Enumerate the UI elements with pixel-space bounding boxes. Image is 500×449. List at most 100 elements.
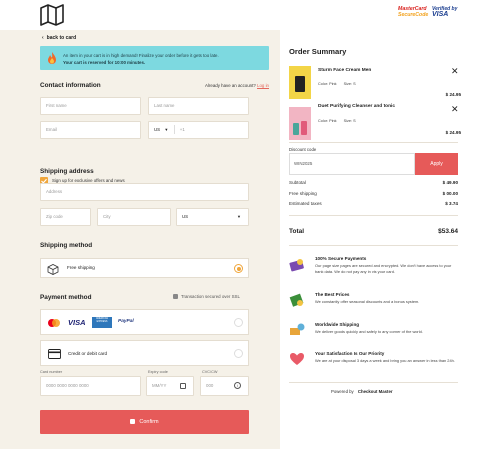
- checkout-form: ‹ back to card An item in your cart is in…: [0, 30, 280, 449]
- card-number-label: Card number: [40, 370, 63, 374]
- back-to-card-link[interactable]: ‹ back to card: [42, 35, 76, 41]
- phone-divider: [173, 125, 175, 135]
- secure-note: Transaction secured over SSL: [173, 294, 240, 299]
- powered-label: Powered by: [331, 389, 354, 394]
- zip-field[interactable]: Zip code: [40, 208, 91, 226]
- mastercard-securecode-badge: MasterCard SecureCode: [398, 6, 428, 18]
- visa-logo: VISA: [68, 318, 86, 327]
- confirm-label: Confirm: [139, 419, 159, 425]
- expiry-placeholder: MM/YY: [152, 383, 167, 388]
- chevron-down-icon: ▼: [164, 127, 169, 132]
- chevron-down-icon: ▼: [237, 214, 241, 219]
- discount-input[interactable]: WIN2025: [289, 153, 415, 175]
- globe-icon: [290, 323, 305, 335]
- product-color: Color: Pink: [318, 119, 337, 123]
- email-field[interactable]: Email: [40, 121, 141, 139]
- product-image: [289, 107, 311, 140]
- product-size: Size: S: [343, 119, 356, 123]
- shield-icon: [289, 259, 304, 272]
- calendar-icon: [180, 383, 186, 389]
- verified-line2: VISA: [432, 11, 449, 18]
- close-icon[interactable]: ✕: [451, 104, 459, 115]
- row-label: Subtotal: [289, 180, 306, 185]
- login-link[interactable]: Log in: [257, 83, 269, 88]
- total-row: Total $53.64: [289, 228, 458, 235]
- secure-note-text: Transaction secured over SSL: [181, 294, 240, 299]
- summary-row-subtotal: Subtotal $ 49.90: [289, 180, 458, 185]
- cards-radio[interactable]: [234, 318, 243, 327]
- phone-prefix: +1: [179, 127, 185, 132]
- verified-by-visa-badge: Verified by VISA: [432, 6, 457, 18]
- arrow-left-icon: ‹: [42, 35, 44, 41]
- shipping-method-title: Shipping method: [40, 242, 93, 249]
- security-badges: MasterCard SecureCode Verified by VISA: [398, 5, 460, 25]
- product-price: $ 24.95: [445, 130, 461, 135]
- feature-desc: Our page size pages are secured and encr…: [315, 263, 452, 275]
- city-field[interactable]: City: [97, 208, 171, 226]
- alert-message: An item in your cart is in high demand! …: [63, 52, 219, 66]
- divider: [289, 382, 458, 383]
- header: MasterCard SecureCode Verified by VISA: [0, 0, 500, 30]
- divider: [289, 215, 458, 216]
- phone-field[interactable]: US ▼ +1: [148, 121, 249, 139]
- expiry-field[interactable]: MM/YY: [146, 376, 194, 396]
- expiry-label: Expiry code: [148, 370, 168, 374]
- feature-desc: We deliver goods quickly and safely to a…: [315, 329, 423, 334]
- mastercard-logo: [48, 319, 60, 327]
- cvc-field[interactable]: 000 i: [200, 376, 249, 396]
- credit-card-icon: [48, 349, 61, 359]
- powered-brand: Checkout Master: [357, 389, 393, 394]
- map-logo-icon[interactable]: [40, 4, 64, 26]
- divider: [289, 245, 458, 246]
- product-image: [289, 66, 311, 99]
- credit-card-radio[interactable]: [234, 349, 243, 358]
- confirm-button[interactable]: Confirm: [40, 410, 249, 434]
- row-label: Free shipping: [289, 191, 317, 196]
- product-name: Duet Purifying Cleanser and tonic: [318, 104, 396, 109]
- card-number-field[interactable]: 0000 0000 0000 0000: [40, 376, 141, 396]
- product-meta: Color: Pink Size: S: [318, 119, 356, 123]
- shipping-option-free[interactable]: Free shipping: [40, 258, 249, 278]
- apply-button[interactable]: Apply: [415, 153, 458, 175]
- shipping-option-label: Free shipping: [67, 265, 95, 270]
- product-color: Color: Pink: [318, 82, 337, 86]
- row-label: Estimated taxes: [289, 201, 322, 206]
- credit-card-label: Credit or debit card: [68, 351, 108, 356]
- truck-box-icon: [47, 264, 59, 275]
- first-name-field[interactable]: First name: [40, 97, 141, 115]
- discount-label: Discount code: [289, 147, 317, 152]
- country-select[interactable]: US ▼: [176, 208, 249, 226]
- product-price: $ 24.95: [445, 92, 461, 97]
- lock-icon: [173, 294, 178, 299]
- payment-option-cards[interactable]: VISA AMERICAN EXPRESS PayPal: [40, 309, 249, 335]
- powered-by: Powered by Checkout Master: [331, 389, 393, 394]
- order-summary-title: Order Summary: [289, 47, 347, 56]
- demand-alert: An item in your cart is in high demand! …: [40, 46, 269, 70]
- country-value: US: [182, 214, 189, 219]
- country-code-select[interactable]: US: [154, 127, 160, 132]
- lock-icon: [130, 419, 136, 424]
- summary-row-taxes: Estimated taxes $ 3.74: [289, 201, 458, 206]
- amex-logo: AMERICAN EXPRESS: [92, 317, 112, 328]
- shipping-radio[interactable]: [234, 264, 243, 273]
- summary-row-shipping: Free shipping $ 00.00: [289, 191, 458, 196]
- close-icon[interactable]: ✕: [451, 66, 459, 77]
- divider: [289, 142, 458, 143]
- flame-icon: [48, 52, 56, 64]
- payment-title: Payment method: [40, 294, 92, 301]
- last-name-field[interactable]: Last name: [148, 97, 249, 115]
- product-size: Size: S: [343, 82, 356, 86]
- login-prompt: Already have an account? Log in: [205, 83, 269, 88]
- contact-title: Contact information: [40, 82, 101, 89]
- feature-title: The Best Prices: [315, 292, 350, 297]
- order-summary: Order Summary Sturm Face Cream Men Color…: [280, 30, 500, 449]
- address-field[interactable]: Address: [40, 183, 249, 201]
- money-icon: [289, 293, 304, 307]
- shipping-address-title: Shipping address: [40, 168, 94, 175]
- info-icon[interactable]: i: [234, 382, 241, 389]
- heart-icon: [290, 353, 304, 365]
- back-label: back to card: [46, 35, 77, 41]
- payment-option-credit-card[interactable]: Credit or debit card: [40, 340, 249, 366]
- feature-title: Your Satisfaction Is Our Priority: [315, 351, 385, 356]
- row-value: $ 00.00: [442, 191, 458, 196]
